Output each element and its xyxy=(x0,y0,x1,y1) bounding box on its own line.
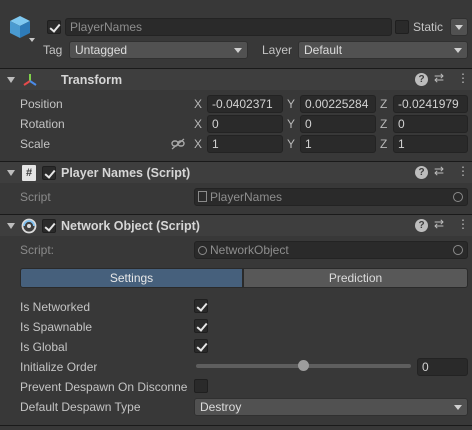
link-scale-icon[interactable] xyxy=(171,138,185,150)
position-label: Position xyxy=(20,97,63,111)
is-global-label: Is Global xyxy=(20,340,68,354)
initialize-order-field[interactable]: 0 xyxy=(417,358,468,376)
gameobject-name-field[interactable]: PlayerNames xyxy=(65,18,392,36)
position-y-field[interactable]: 0.00225284 xyxy=(300,95,376,113)
is-spawnable-checkbox[interactable] xyxy=(194,319,208,333)
presets-icon[interactable]: ⇄ xyxy=(434,71,444,85)
default-despawn-value: Destroy xyxy=(200,400,242,414)
position-x-field[interactable]: -0.0402371 xyxy=(207,95,283,113)
rotation-label: Rotation xyxy=(20,117,65,131)
player-names-script-value: PlayerNames xyxy=(210,190,283,204)
network-object-foldout-arrow[interactable] xyxy=(7,223,15,229)
network-object-script-value: NetworkObject xyxy=(210,243,289,257)
gameobject-active-checkbox[interactable] xyxy=(47,20,61,34)
object-picker-icon[interactable] xyxy=(453,245,463,255)
layer-label: Layer xyxy=(262,43,293,57)
context-menu-icon[interactable]: ⋮ xyxy=(457,164,469,178)
gameobject-icon-dropdown-arrow[interactable] xyxy=(29,38,35,42)
transform-header[interactable]: Transform ? ⇄ ⋮ xyxy=(0,68,472,90)
is-spawnable-label: Is Spawnable xyxy=(20,320,93,334)
static-label: Static xyxy=(413,20,444,34)
position-z-label[interactable]: Z xyxy=(380,97,387,111)
script-file-icon: # xyxy=(22,165,36,181)
gameobject-icon[interactable] xyxy=(8,14,32,40)
tab-prediction[interactable]: Prediction xyxy=(243,268,468,288)
tab-settings-label: Settings xyxy=(109,271,154,285)
default-despawn-label: Default Despawn Type xyxy=(20,400,141,414)
network-object-header[interactable]: Network Object (Script) ? ⇄ ⋮ xyxy=(0,214,472,236)
player-names-script-label: Script xyxy=(20,190,51,204)
network-script-asset-icon xyxy=(198,246,207,255)
initialize-order-slider-thumb[interactable] xyxy=(298,360,309,371)
help-icon[interactable]: ? xyxy=(415,166,428,179)
transform-title: Transform xyxy=(61,73,123,87)
player-names-script-field[interactable]: PlayerNames xyxy=(194,188,468,206)
object-picker-icon[interactable] xyxy=(453,192,463,202)
help-icon[interactable]: ? xyxy=(415,219,428,232)
network-object-title: Network Object (Script) xyxy=(61,219,200,233)
network-object-script-field[interactable]: NetworkObject xyxy=(194,241,468,259)
initialize-order-label: Initialize Order xyxy=(20,360,98,374)
is-networked-checkbox[interactable] xyxy=(194,299,208,313)
position-z-field[interactable]: -0.0241979 xyxy=(393,95,468,113)
is-global-checkbox[interactable] xyxy=(194,339,208,353)
position-x-label[interactable]: X xyxy=(194,97,202,111)
tag-label: Tag xyxy=(43,43,63,57)
scale-label: Scale xyxy=(20,137,51,151)
player-names-header[interactable]: # Player Names (Script) ? ⇄ ⋮ xyxy=(0,161,472,183)
rotation-x-field[interactable]: 0 xyxy=(207,115,283,133)
default-despawn-dropdown[interactable]: Destroy xyxy=(194,398,468,416)
player-names-title: Player Names (Script) xyxy=(61,166,191,180)
bottom-divider xyxy=(0,425,472,426)
script-asset-icon xyxy=(198,191,207,202)
scale-x-label[interactable]: X xyxy=(194,137,202,151)
network-object-script-label: Script: xyxy=(20,243,55,257)
scale-y-field[interactable]: 1 xyxy=(300,135,376,153)
prevent-despawn-checkbox[interactable] xyxy=(194,379,208,393)
rotation-z-label[interactable]: Z xyxy=(380,117,387,131)
network-object-enabled-checkbox[interactable] xyxy=(42,219,56,233)
context-menu-icon[interactable]: ⋮ xyxy=(457,71,469,85)
tag-value: Untagged xyxy=(75,43,128,57)
scale-y-label[interactable]: Y xyxy=(287,137,295,151)
rotation-x-label[interactable]: X xyxy=(194,117,202,131)
is-networked-label: Is Networked xyxy=(20,300,91,314)
context-menu-icon[interactable]: ⋮ xyxy=(457,217,469,231)
transform-foldout-arrow[interactable] xyxy=(7,77,15,83)
layer-dropdown[interactable]: Default xyxy=(298,41,468,59)
layer-value: Default xyxy=(304,43,343,57)
tab-settings[interactable]: Settings xyxy=(20,268,243,288)
presets-icon[interactable]: ⇄ xyxy=(434,217,444,231)
static-dropdown[interactable] xyxy=(450,18,468,36)
transform-icon xyxy=(22,72,38,88)
help-icon[interactable]: ? xyxy=(415,73,428,86)
player-names-enabled-checkbox[interactable] xyxy=(42,166,56,180)
tag-dropdown[interactable]: Untagged xyxy=(69,41,248,59)
prevent-despawn-label: Prevent Despawn On Disconne xyxy=(20,380,188,394)
rotation-z-field[interactable]: 0 xyxy=(393,115,468,133)
static-checkbox[interactable] xyxy=(395,20,409,34)
network-object-icon xyxy=(21,218,37,234)
tab-prediction-label: Prediction xyxy=(328,271,383,285)
scale-z-field[interactable]: 1 xyxy=(393,135,468,153)
player-names-foldout-arrow[interactable] xyxy=(7,170,15,176)
rotation-y-field[interactable]: 0 xyxy=(300,115,376,133)
position-y-label[interactable]: Y xyxy=(287,97,295,111)
scale-z-label[interactable]: Z xyxy=(380,137,387,151)
presets-icon[interactable]: ⇄ xyxy=(434,164,444,178)
rotation-y-label[interactable]: Y xyxy=(287,117,295,131)
scale-x-field[interactable]: 1 xyxy=(207,135,283,153)
